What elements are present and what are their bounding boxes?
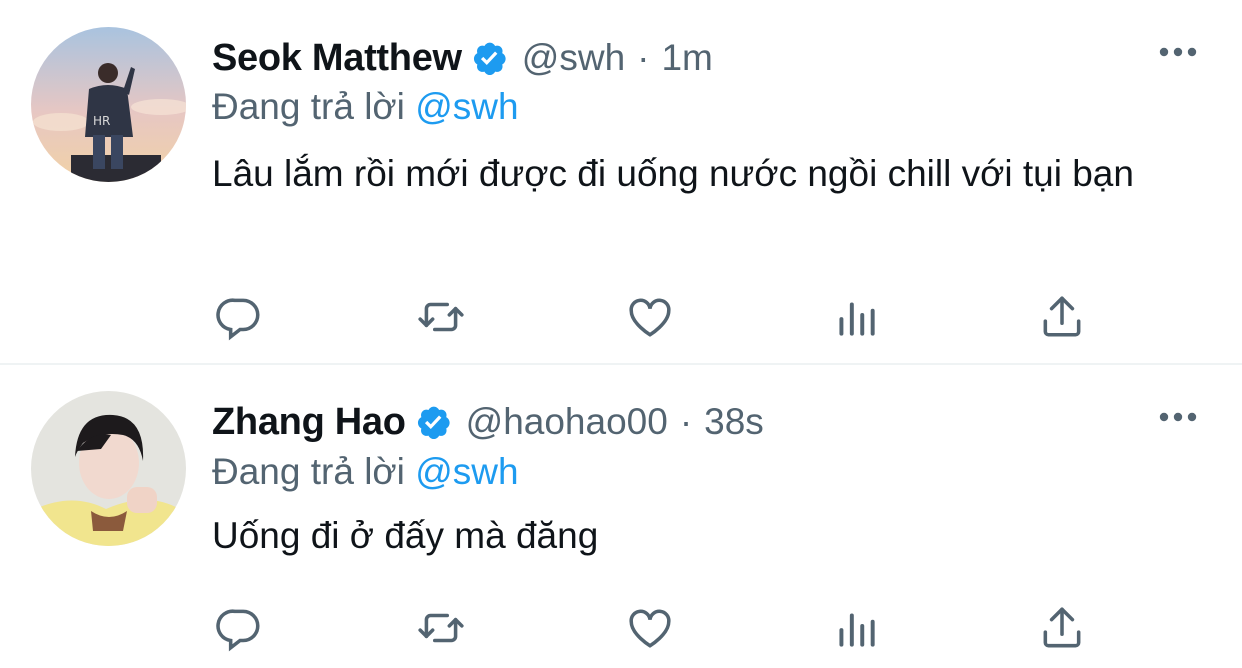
replying-prefix: Đang trả lời [212, 86, 405, 127]
avatar[interactable]: HR [31, 27, 186, 182]
avatar[interactable] [31, 391, 186, 546]
share-button[interactable] [1037, 603, 1087, 653]
verified-badge-icon [414, 403, 452, 441]
more-options-icon[interactable] [1158, 40, 1198, 64]
reply-icon [216, 298, 260, 341]
meta-separator: · [679, 401, 693, 442]
tweet[interactable]: HR Seok Matthew @swh · 1m Đang trả lời @… [0, 0, 1242, 364]
replying-mention-link[interactable]: @swh [415, 451, 518, 492]
tweet-actions [212, 603, 1092, 653]
like-icon [629, 298, 671, 337]
analytics-button[interactable] [831, 292, 881, 342]
meta-separator: · [637, 37, 650, 78]
replying-to: Đang trả lời @swh [212, 451, 519, 493]
share-icon [1043, 607, 1081, 648]
share-button[interactable] [1037, 292, 1087, 342]
like-button[interactable] [625, 603, 675, 653]
tweet-text: Lâu lắm rồi mới được đi uống nước ngồi c… [212, 153, 1134, 194]
analytics-icon [839, 302, 875, 336]
reply-button[interactable] [214, 603, 264, 653]
retweet-icon [418, 613, 464, 643]
timestamp[interactable]: 1m [661, 37, 712, 79]
display-name[interactable]: Zhang Hao [212, 401, 406, 444]
retweet-button[interactable] [416, 292, 466, 342]
svg-text:HR: HR [93, 114, 110, 128]
analytics-icon [839, 613, 875, 647]
tweet-actions [212, 292, 1092, 342]
like-icon [629, 609, 671, 648]
user-handle[interactable]: @haohao00 [466, 401, 668, 443]
retweet-icon [418, 302, 464, 332]
like-button[interactable] [625, 292, 675, 342]
display-name[interactable]: Seok Matthew [212, 37, 462, 80]
replying-to: Đang trả lời @swh [212, 86, 519, 128]
more-options-icon[interactable] [1158, 405, 1198, 429]
user-handle[interactable]: @swh [522, 37, 625, 79]
replying-prefix: Đang trả lời [212, 451, 405, 492]
retweet-button[interactable] [416, 603, 466, 653]
tweet[interactable]: Zhang Hao @haohao00 · 38s Đang trả lời @… [0, 365, 1242, 668]
analytics-button[interactable] [831, 603, 881, 653]
reply-button[interactable] [214, 292, 264, 342]
replying-mention-link[interactable]: @swh [415, 86, 518, 127]
tweet-header: Zhang Hao @haohao00 · 38s [212, 400, 764, 444]
tweet-text: Uống đi ở đấy mà đăng [212, 515, 599, 556]
reply-icon [216, 609, 260, 652]
verified-badge-icon [470, 39, 508, 77]
share-icon [1043, 296, 1081, 337]
timestamp[interactable]: 38s [704, 401, 764, 443]
tweet-header: Seok Matthew @swh · 1m [212, 36, 713, 80]
